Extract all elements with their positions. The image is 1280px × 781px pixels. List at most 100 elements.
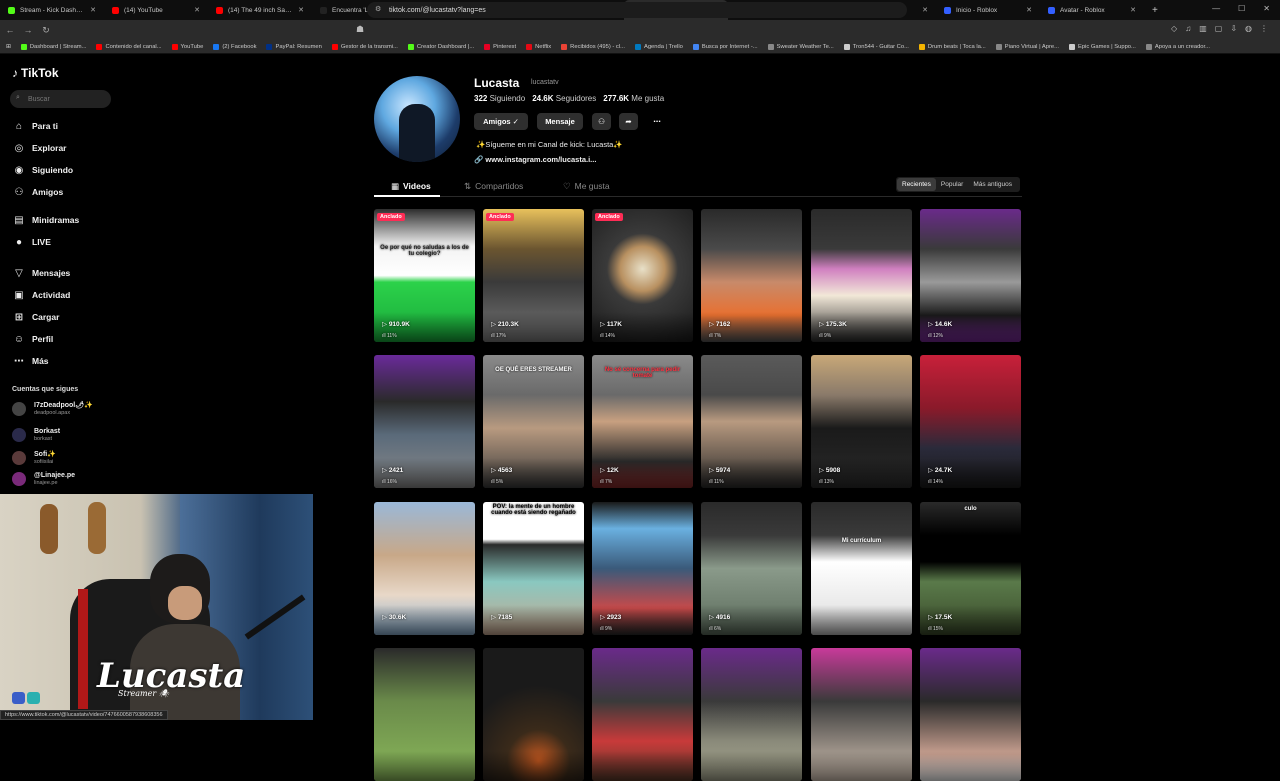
video-thumbnail[interactable]: Mi currículum [811,502,912,635]
sidebar-item-parati[interactable]: ⌂ Para ti [12,118,58,134]
browser-tab[interactable]: (14) YouTube ✕ [104,0,208,20]
video-thumbnail[interactable]: ▷ 24.7K ıll 14% [920,355,1021,488]
tab-reposts[interactable]: ⇅ Compartidos [464,179,523,193]
browser-tab[interactable]: Avatar - Roblox ✕ [1040,0,1144,20]
sort-option[interactable]: Más antiguos [968,178,1017,191]
bookmark-item[interactable]: Epic Games | Suppo... [1068,43,1136,50]
video-thumbnail[interactable] [374,648,475,781]
sidebar-item-minidramas[interactable]: ▤ Minidramas [12,212,79,228]
bookmark-item[interactable]: Piano Virtual | Apre... [995,43,1059,50]
video-thumbnail[interactable] [592,648,693,781]
bookmark-item[interactable]: Sweater Weather Te... [767,43,834,50]
close-tab-icon[interactable]: ✕ [1026,6,1032,14]
friends-button[interactable]: Amigos ✓ [474,113,528,130]
sidebar-item-actividad[interactable]: ▣ Actividad [12,287,70,303]
bookmark-item[interactable]: Tron544 - Guitar Co... [843,43,909,50]
sidebar-item-explorar[interactable]: ◎ Explorar [12,140,67,156]
video-thumbnail[interactable]: POV: la mente de un hombre cuando está s… [483,502,584,635]
video-thumbnail[interactable]: ▷ 5908 ıll 13% [811,355,912,488]
video-thumbnail[interactable]: Oe por qué no saludas a los de tu colegi… [374,209,475,342]
following-account[interactable]: Borkast borkast [12,426,60,444]
reload-icon[interactable]: ↻ [38,25,54,36]
bookmark-item[interactable]: Drum beats | Toca la... [918,43,986,50]
tiktok-logo[interactable]: ♪ TikTok [12,66,59,80]
tab-videos[interactable]: ▦ Videos [391,179,431,193]
followers-stat[interactable]: 24.6K Seguidores [532,94,596,103]
more-options-icon[interactable]: ⋯ [646,113,668,130]
video-thumbnail[interactable]: Anclado ▷ 210.3K ıll 17% [483,209,584,342]
new-tab-icon[interactable]: + [1144,0,1166,20]
close-tab-icon[interactable]: ✕ [298,6,304,14]
close-tab-icon[interactable]: ✕ [922,6,928,14]
sidebar-item-mensajes[interactable]: ▽ Mensajes [12,265,70,281]
sidebar-item-siguiendo[interactable]: ◉ Siguiendo [12,162,73,178]
bookmark-star-icon[interactable]: ☗ [356,24,364,35]
video-thumbnail[interactable] [920,648,1021,781]
video-thumbnail[interactable]: culo ▷ 17.5K ıll 15% [920,502,1021,635]
video-thumbnail[interactable]: ▷ 7162 ıll 7% [701,209,802,342]
sidebar-item-live[interactable]: ● LIVE [12,234,51,250]
share-icon[interactable]: ➦ [619,113,638,130]
video-thumbnail[interactable]: ▷ 30.6K [374,502,475,635]
bookmark-item[interactable]: YouTube [171,43,203,50]
apps-icon[interactable]: ⊞ [6,44,11,50]
video-thumbnail[interactable]: ▷ 5974 ıll 11% [701,355,802,488]
following-account[interactable]: @Linajee.pe linajee.pe [12,470,75,488]
screenshot-icon[interactable]: ▢ [1215,24,1223,33]
video-thumbnail[interactable]: Anclado ▷ 117K ıll 14% [592,209,693,342]
minimize-icon[interactable]: — [1212,4,1220,13]
following-account[interactable]: I7zDeadpool🌶✨ deadpool.apax [12,400,93,418]
sort-option[interactable]: Popular [936,178,968,191]
bookmark-item[interactable]: (2) Facebook [213,43,256,50]
profile-link[interactable]: 🔗 www.instagram.com/lucasta.i... [474,155,596,164]
add-friend-icon[interactable]: ⚇ [592,113,611,130]
following-stat[interactable]: 322 Siguiendo [474,94,525,103]
video-thumbnail[interactable]: OE QUÉ ERES STREAMER ▷ 4563 ıll 5% [483,355,584,488]
message-button[interactable]: Mensaje [537,113,583,130]
menu-icon[interactable]: ⋮ [1260,24,1268,33]
search-input[interactable]: ⌕ Buscar [10,90,111,108]
maximize-icon[interactable]: ☐ [1238,4,1245,13]
video-thumbnail[interactable]: ▷ 4916 ıll 6% [701,502,802,635]
forward-icon[interactable]: → [20,25,36,35]
bookmark-item[interactable]: Dashboard | Stream... [20,43,86,50]
video-thumbnail[interactable] [811,648,912,781]
site-info-icon[interactable]: ⚙ [375,5,381,13]
download-icon[interactable]: ⇩ [1230,24,1237,33]
video-thumbnail[interactable]: ▷ 2923 ıll 9% [592,502,693,635]
sidebar-item-amigos[interactable]: ⚇ Amigos [12,184,64,200]
bookmark-item[interactable]: Netflix [526,43,551,50]
video-thumbnail[interactable] [483,648,584,781]
bookmark-item[interactable]: Apoya a un creador... [1145,43,1210,50]
sidebar-item-perfil[interactable]: ☺ Perfil [12,331,53,347]
bookmark-item[interactable]: Gestor de la transmi... [331,43,398,50]
sidebar-item-cargar[interactable]: ⊞ Cargar [12,309,60,325]
bookmark-item[interactable]: Creator Dashboard |... [407,43,474,50]
media-icon[interactable]: ♫ [1185,24,1191,33]
following-account[interactable]: Sofi✨ sofiisilai [12,449,56,467]
bookmark-item[interactable]: Agenda | Trello [634,43,683,50]
account-icon[interactable]: ◍ [1245,24,1252,33]
close-tab-icon[interactable]: ✕ [194,6,200,14]
back-icon[interactable]: ← [2,25,18,35]
browser-tab[interactable]: Stream - Kick Dashboard ✕ [0,0,104,20]
bookmark-item[interactable]: PayPal: Resumen [266,43,322,50]
video-thumbnail[interactable]: ▷ 175.3K ıll 9% [811,209,912,342]
sidebar-item-ms[interactable]: ⋯ Más [12,353,49,369]
sort-option[interactable]: Recientes [897,178,936,191]
tab-liked[interactable]: ♡ Me gusta [563,179,610,193]
browser-tab[interactable]: Inicio - Roblox ✕ [936,0,1040,20]
close-tab-icon[interactable]: ✕ [1130,6,1136,14]
bookmark-item[interactable]: Busca por Internet -... [692,43,758,50]
bookmark-item[interactable]: Contenido del canal... [96,43,162,50]
browser-tab[interactable]: (14) The 49 inch Samsung Ody ✕ [208,0,312,20]
close-window-icon[interactable]: ✕ [1263,4,1270,13]
bookmark-item[interactable]: Recibidos (495) - cl... [561,43,625,50]
url-input[interactable]: ⚙ tiktok.com/@lucastatv?lang=es [367,2,907,18]
close-tab-icon[interactable]: ✕ [90,6,96,14]
video-thumbnail[interactable]: ▷ 14.6K ıll 12% [920,209,1021,342]
video-thumbnail[interactable]: No sé concerna para pedir tomate ▷ 12K ıll… [592,355,693,488]
extension-icon[interactable]: ◇ [1171,24,1177,33]
video-thumbnail[interactable] [701,648,802,781]
video-thumbnail[interactable]: ▷ 2421 ıll 16% [374,355,475,488]
